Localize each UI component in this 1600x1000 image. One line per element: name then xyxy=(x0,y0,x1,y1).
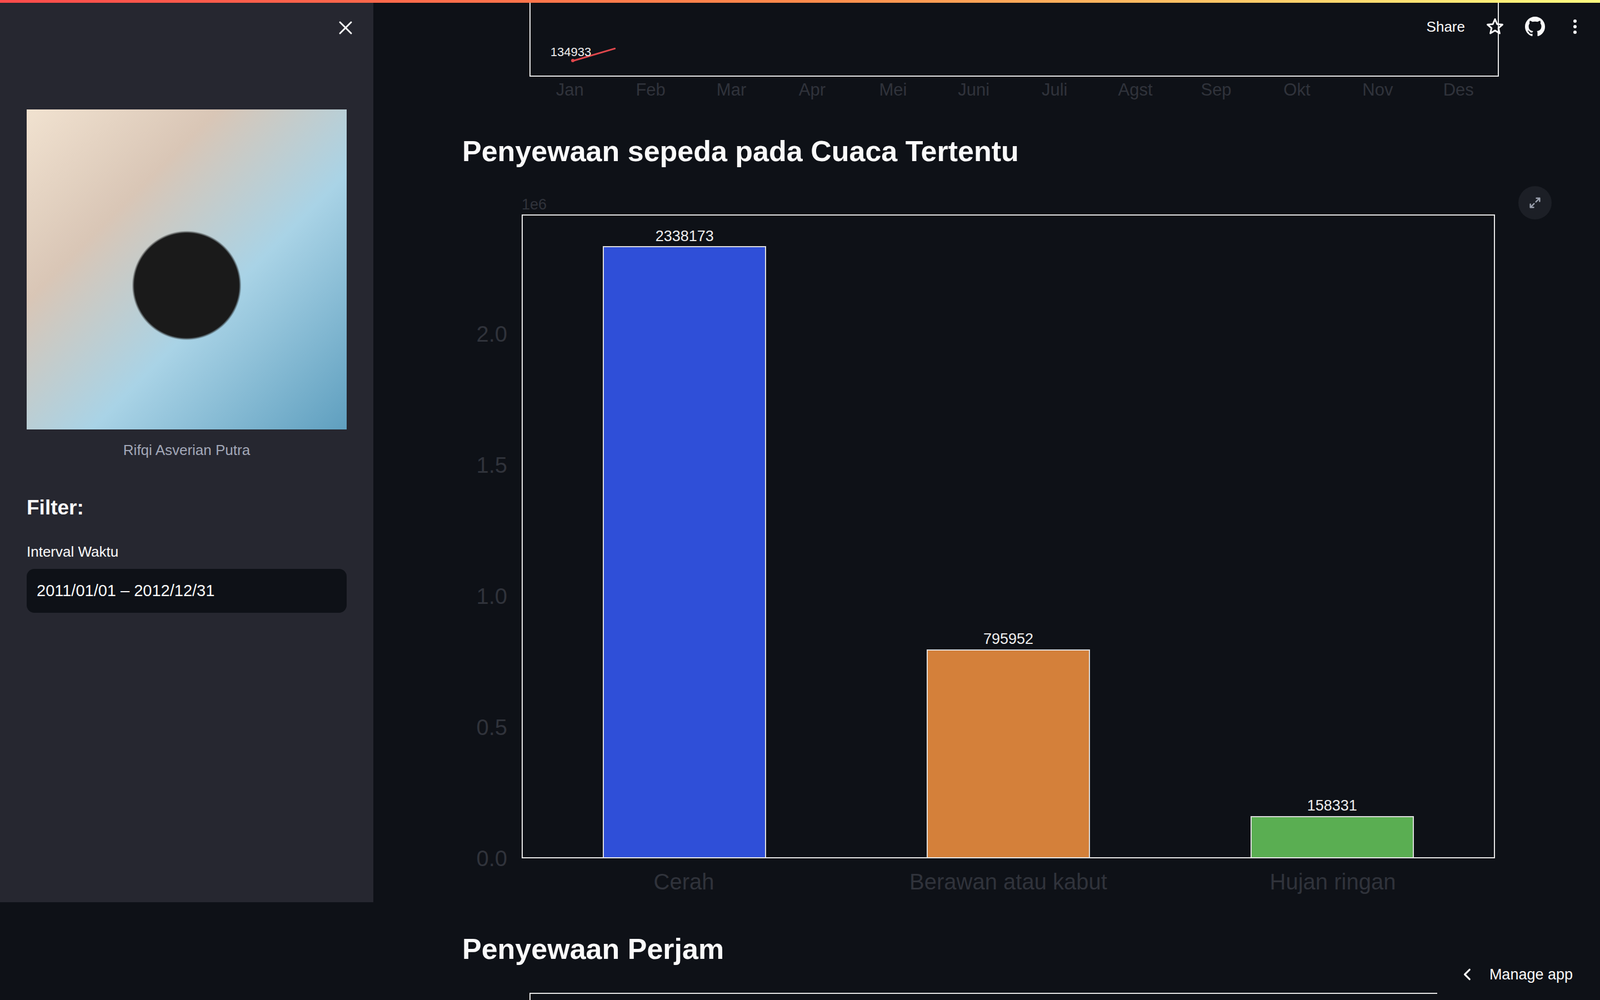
plot-frame: 2338173 795952 158331 xyxy=(521,214,1495,859)
y-tick-label: 0.0 xyxy=(476,847,508,870)
star-icon[interactable] xyxy=(1485,16,1505,37)
x-tick-label: Hujan ringan xyxy=(1170,868,1495,895)
bar-slot: 158331 xyxy=(1170,215,1494,858)
x-axis: CerahBerawan atau kabutHujan ringan xyxy=(521,868,1495,895)
close-icon[interactable] xyxy=(334,16,357,39)
filter-title: Filter: xyxy=(26,495,347,520)
month-label: Apr xyxy=(771,80,853,100)
github-icon[interactable] xyxy=(1525,16,1545,37)
y-axis: 0.00.51.01.52.0 xyxy=(462,214,522,859)
bar xyxy=(602,246,767,858)
date-label: Interval Waktu xyxy=(26,542,347,562)
month-label: Des xyxy=(1418,80,1499,100)
top-decoration xyxy=(0,0,1600,3)
monthly-chart-frame: 134933 xyxy=(529,0,1499,77)
y-tick-label: 1.0 xyxy=(476,585,508,608)
point-label: 134933 xyxy=(550,45,592,59)
bar xyxy=(1250,816,1414,858)
month-label: Okt xyxy=(1256,80,1338,100)
month-label: Sep xyxy=(1175,80,1257,100)
bar-slot: 795952 xyxy=(846,215,1171,858)
share-button[interactable]: Share xyxy=(1426,16,1465,38)
chevron-left-icon[interactable] xyxy=(1460,967,1475,982)
date-value[interactable]: 2011/01/01 – 2012/12/31 xyxy=(36,578,215,604)
y-tick-label: 0.5 xyxy=(476,716,508,739)
month-label: Mar xyxy=(691,80,772,100)
bar-value-label: 795952 xyxy=(983,630,1034,648)
month-label: Mei xyxy=(852,80,934,100)
profile-image xyxy=(26,109,347,430)
bar-value-label: 2338173 xyxy=(655,227,714,245)
image-caption: Rifqi Asverian Putra xyxy=(26,441,347,459)
fullscreen-button[interactable] xyxy=(1518,186,1552,220)
x-tick-label: Cerah xyxy=(521,868,847,895)
app-header: Share xyxy=(1426,0,1585,54)
manage-app-button[interactable]: Manage app xyxy=(1460,963,1573,987)
date-input[interactable]: 2011/01/01 – 2012/12/31 xyxy=(26,568,347,613)
month-label: Juli xyxy=(1014,80,1095,100)
hourly-chart-title: Penyewaan Perjam xyxy=(462,931,1507,967)
axis-offset-label: 1e6 xyxy=(521,196,1507,213)
month-label: Nov xyxy=(1337,80,1418,100)
expand-icon[interactable] xyxy=(1526,194,1544,212)
bar-value-label: 158331 xyxy=(1307,796,1358,815)
manage-app-label[interactable]: Manage app xyxy=(1489,963,1573,987)
weather-chart-title: Penyewaan sepeda pada Cuaca Tertentu xyxy=(462,133,1507,169)
y-tick-label: 2.0 xyxy=(476,322,508,345)
sidebar: Rifqi Asverian Putra Filter: Interval Wa… xyxy=(0,0,374,903)
bar xyxy=(926,649,1090,858)
hourly-chart-frame xyxy=(529,992,1438,1000)
weather-chart: 1e6 0.00.51.01.52.0 2338173795952158331 … xyxy=(462,196,1507,895)
month-label: Agst xyxy=(1095,80,1176,100)
month-label: Jan xyxy=(529,80,610,100)
bar-slot: 2338173 xyxy=(522,215,847,858)
x-tick-label: Berawan atau kabut xyxy=(846,868,1171,895)
more-menu-icon[interactable] xyxy=(1565,16,1585,37)
month-label: Feb xyxy=(610,80,691,100)
y-tick-label: 1.5 xyxy=(476,453,508,477)
month-axis: JanFebMarAprMeiJuniJuliAgstSepOktNovDes xyxy=(529,80,1499,100)
month-label: Juni xyxy=(933,80,1014,100)
main-area: 134933 JanFebMarAprMeiJuniJuliAgstSepOkt… xyxy=(373,0,1600,1000)
